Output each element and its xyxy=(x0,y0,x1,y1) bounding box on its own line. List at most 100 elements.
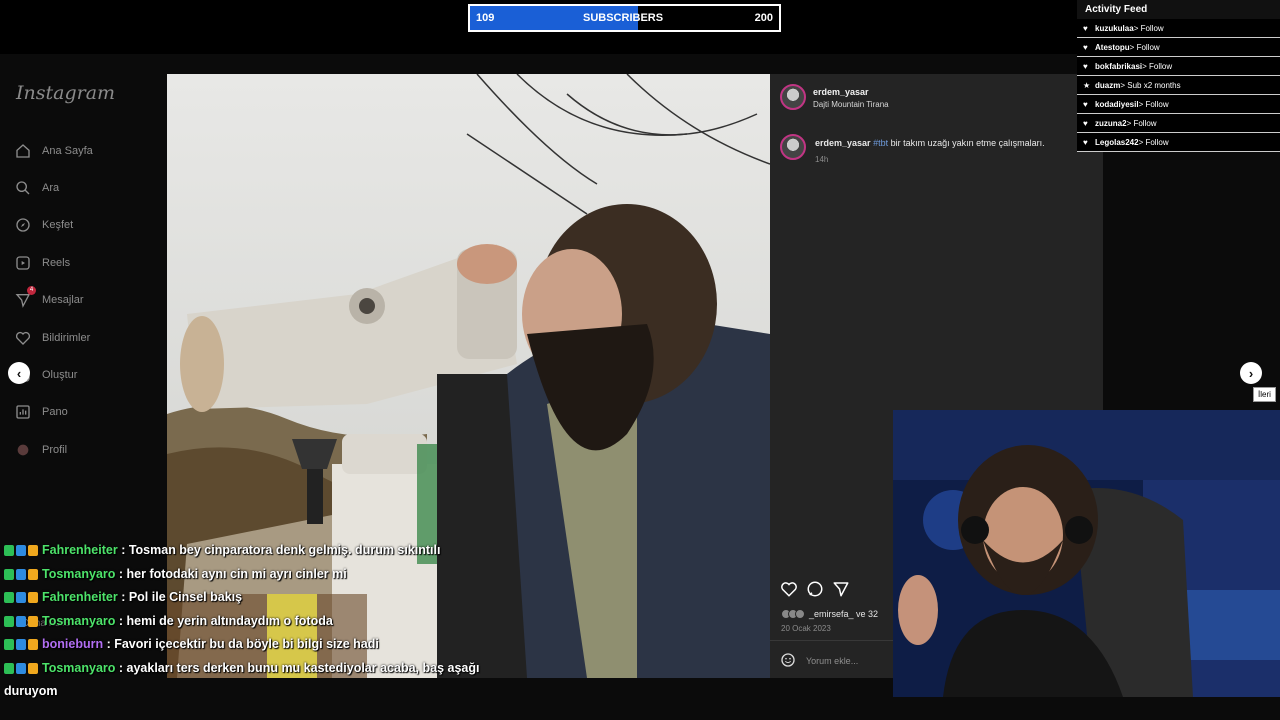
chat-overlay: Fahrenheiter : Tosman bey cinparatora de… xyxy=(4,539,524,704)
subscriber-current: 109 xyxy=(476,12,495,24)
sidebar-item-profil[interactable]: Profil xyxy=(14,431,164,468)
home-icon xyxy=(14,142,32,160)
post-caption: erdem_yasar #tbt bir takım uzağı yakın e… xyxy=(815,138,1045,148)
sidebar-item-label: Mesajlar xyxy=(42,294,84,307)
sidebar-item-ana-sayfa[interactable]: Ana Sayfa xyxy=(14,132,164,169)
chat-username[interactable]: bonieburn xyxy=(42,637,103,651)
sidebar-item-label: Profil xyxy=(42,443,68,456)
post-location[interactable]: Dajti Mountain Tirana xyxy=(813,100,889,109)
webcam-overlay xyxy=(893,410,1280,697)
heart-icon: ♥ xyxy=(1083,118,1088,128)
activity-feed-item: ♥ kuzukulaa > Follow xyxy=(1077,19,1280,38)
post-actions xyxy=(780,580,850,603)
chat-message: Fahrenheiter : Tosman bey cinparatora de… xyxy=(4,539,524,563)
instagram-logo[interactable]: Instagram xyxy=(16,82,115,104)
sidebar-item-label: Pano xyxy=(42,406,68,419)
caption-hashtag[interactable]: #tbt xyxy=(873,138,888,148)
activity-feed-title: Activity Feed xyxy=(1077,0,1280,19)
chat-username[interactable]: Tosmanyaro xyxy=(42,614,115,628)
sidebar-item-reels[interactable]: Reels xyxy=(14,244,164,281)
sidebar-item-label: Keşfet xyxy=(42,219,74,232)
share-icon[interactable] xyxy=(832,580,850,603)
star-icon: ★ xyxy=(1083,80,1091,90)
likes-summary[interactable]: _emirsefa_ ve 32 xyxy=(781,609,878,619)
reels-icon xyxy=(14,254,32,272)
liker-avatar xyxy=(795,609,805,619)
compass-icon xyxy=(14,216,32,234)
post-author-username[interactable]: erdem_yasar xyxy=(813,87,869,97)
activity-feed: Activity Feed ♥ kuzukulaa > Follow ♥ Atesto… xyxy=(1077,0,1280,152)
chat-badge-icon xyxy=(28,545,38,557)
chat-badges xyxy=(4,568,38,580)
messenger-icon: 4 xyxy=(14,286,36,309)
notification-badge: 4 xyxy=(27,286,36,296)
chat-message: Tosmanyaro : ayakları ters derken bunu m… xyxy=(4,657,524,704)
sidebar-item-keşfet[interactable]: Keşfet xyxy=(14,207,164,244)
dashboard-icon xyxy=(14,403,32,421)
caption-avatar[interactable] xyxy=(780,134,806,160)
chat-badge-icon xyxy=(16,639,26,651)
activity-username: Atestopu xyxy=(1095,42,1130,52)
chevron-left-icon: ‹ xyxy=(16,365,22,381)
activity-feed-item: ♥ zuzuna2 > Follow xyxy=(1077,114,1280,133)
activity-action: > Follow xyxy=(1142,61,1173,71)
caption-username[interactable]: erdem_yasar xyxy=(815,138,871,148)
chat-badge-icon xyxy=(16,568,26,580)
comment-input-row[interactable]: Yorum ekle... xyxy=(780,652,858,670)
subscriber-target: 200 xyxy=(754,12,773,24)
activity-feed-item: ♥ kodadiyesil > Follow xyxy=(1077,95,1280,114)
chat-badge-icon xyxy=(16,592,26,604)
emoji-icon[interactable] xyxy=(780,652,796,670)
heart-icon xyxy=(14,329,32,347)
chat-badge-icon xyxy=(28,662,38,674)
chat-badges xyxy=(4,662,38,674)
chat-badge-icon xyxy=(16,662,26,674)
activity-username: Legolas242 xyxy=(1095,137,1139,147)
sidebar-item-label: Bildirimler xyxy=(42,331,91,344)
next-tooltip: İleri xyxy=(1253,387,1276,402)
chat-username[interactable]: Tosmanyaro xyxy=(42,567,115,581)
activity-action: > Follow xyxy=(1126,118,1157,128)
author-avatar[interactable] xyxy=(780,84,806,110)
chat-text: : Favori içecektir bu da böyle bi bilgi … xyxy=(103,637,379,651)
sidebar-item-pano[interactable]: Pano xyxy=(14,394,164,431)
chevron-right-icon: › xyxy=(1248,365,1254,381)
chat-text: : Pol ile Cinsel bakış xyxy=(117,590,243,604)
activity-username: bokfabrikasi xyxy=(1095,61,1143,71)
sidebar-item-label: Reels xyxy=(42,256,71,269)
next-post-button[interactable]: › xyxy=(1240,362,1262,384)
activity-feed-item: ♥ bokfabrikasi > Follow xyxy=(1077,57,1280,76)
activity-username: kodadiyesil xyxy=(1095,99,1139,109)
chat-badges xyxy=(4,639,38,651)
activity-username: duazm xyxy=(1095,80,1121,90)
chat-badges xyxy=(4,615,38,627)
activity-action: > Follow xyxy=(1133,23,1164,33)
activity-feed-item: ♥ Atestopu > Follow xyxy=(1077,38,1280,57)
activity-username: kuzukulaa xyxy=(1095,23,1134,33)
chat-badge-icon xyxy=(16,615,26,627)
chat-username[interactable]: Fahrenheiter xyxy=(42,543,118,557)
chat-badge-icon xyxy=(4,545,14,557)
sidebar-item-bildirimler[interactable]: Bildirimler xyxy=(14,319,164,356)
sidebar-item-ara[interactable]: Ara xyxy=(14,169,164,206)
sidebar-item-mesajlar[interactable]: 4 Mesajlar xyxy=(14,282,164,319)
chat-message: Tosmanyaro : her fotodaki aynı cin mi ay… xyxy=(4,563,524,587)
activity-feed-item: ★ duazm > Sub x2 months xyxy=(1077,76,1280,95)
like-icon[interactable] xyxy=(780,580,798,603)
chat-username[interactable]: Tosmanyaro xyxy=(42,661,115,675)
previous-post-button[interactable]: ‹ xyxy=(8,362,30,384)
chat-message: Fahrenheiter : Pol ile Cinsel bakış xyxy=(4,586,524,610)
chat-username[interactable]: Fahrenheiter xyxy=(42,590,118,604)
sidebar-item-oluştur[interactable]: Oluştur xyxy=(14,356,164,393)
chat-badge-icon xyxy=(28,592,38,604)
activity-action: > Follow xyxy=(1129,42,1160,52)
search-icon xyxy=(14,179,32,197)
comment-icon[interactable] xyxy=(806,580,824,603)
chat-badge-icon xyxy=(16,545,26,557)
chat-badge-icon xyxy=(4,662,14,674)
comment-input[interactable]: Yorum ekle... xyxy=(806,656,858,666)
chat-badge-icon xyxy=(4,639,14,651)
chat-badge-icon xyxy=(28,568,38,580)
chat-badge-icon xyxy=(4,568,14,580)
caption-time: 14h xyxy=(815,155,829,164)
